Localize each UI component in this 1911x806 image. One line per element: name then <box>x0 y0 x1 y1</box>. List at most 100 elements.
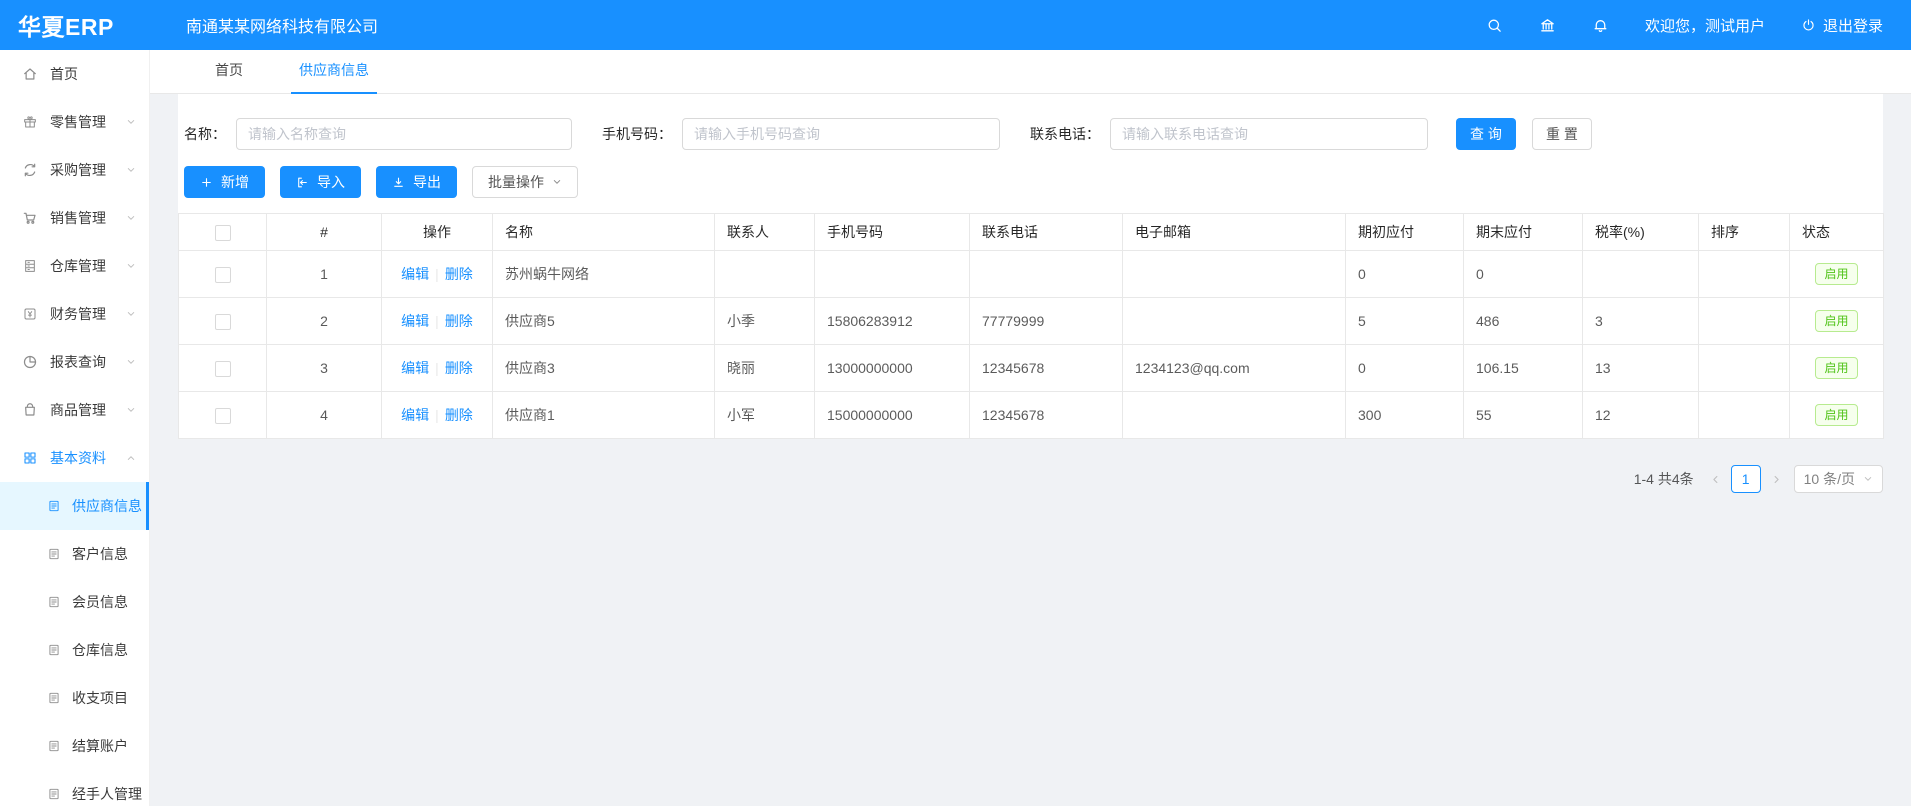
prev-page-button[interactable] <box>1710 474 1721 485</box>
contact-person: 小军 <box>715 392 815 439</box>
chevron-down-icon <box>126 261 136 271</box>
sidebar-item-retail[interactable]: 零售管理 <box>0 98 149 146</box>
import-button[interactable]: 导入 <box>280 166 361 198</box>
gift-icon <box>22 114 38 130</box>
sidebar-subitem-warehouse-info[interactable]: 仓库信息 <box>0 626 149 674</box>
row-checkbox[interactable] <box>215 361 231 377</box>
table-row: 1编辑|删除苏州蜗牛网络00启用 <box>179 251 1884 298</box>
doc-icon <box>47 499 61 513</box>
doc-icon <box>47 547 61 561</box>
logout-button[interactable]: 退出登录 <box>1801 15 1883 36</box>
table-row: 3编辑|删除供应商3晓丽13000000000123456781234123@q… <box>179 345 1884 392</box>
search-icon[interactable] <box>1486 17 1503 34</box>
next-page-button[interactable] <box>1771 474 1782 485</box>
supplier-name: 供应商3 <box>493 345 715 392</box>
action-divider: | <box>435 266 439 282</box>
table-column-header: 排序 <box>1699 214 1790 251</box>
tab-home[interactable]: 首页 <box>207 60 251 94</box>
page-size-select[interactable]: 10 条/页 <box>1794 465 1883 493</box>
sidebar-subitem-supplier[interactable]: 供应商信息 <box>0 482 149 530</box>
tel-filter-label: 联系电话： <box>1030 124 1100 144</box>
status-cell: 启用 <box>1790 298 1884 345</box>
row-index: 2 <box>267 298 382 345</box>
sidebar-item-purchase[interactable]: 采购管理 <box>0 146 149 194</box>
status-badge[interactable]: 启用 <box>1815 263 1857 285</box>
bank-icon[interactable] <box>1539 17 1556 34</box>
action-divider: | <box>435 360 439 376</box>
edit-link[interactable]: 编辑 <box>401 266 429 282</box>
supplier-table: #操作名称联系人手机号码联系电话电子邮箱期初应付期末应付税率(%)排序状态 1编… <box>178 213 1884 439</box>
search-button[interactable]: 查 询 <box>1456 118 1516 150</box>
edit-link[interactable]: 编辑 <box>401 360 429 376</box>
money-icon <box>22 306 38 322</box>
status-badge[interactable]: 启用 <box>1815 310 1857 332</box>
delete-link[interactable]: 删除 <box>445 360 473 376</box>
export-button[interactable]: 导出 <box>376 166 457 198</box>
row-index: 4 <box>267 392 382 439</box>
phone-filter-input[interactable] <box>682 118 1000 150</box>
sidebar-subitem-handler-manage[interactable]: 经手人管理 <box>0 770 149 806</box>
sidebar-item-label: 报表查询 <box>50 352 106 372</box>
tab-supplier-info[interactable]: 供应商信息 <box>291 60 377 94</box>
warehouse-icon <box>22 258 38 274</box>
sidebar-item-goods[interactable]: 商品管理 <box>0 386 149 434</box>
app-logo: 华夏ERP <box>0 8 150 42</box>
tel-filter-input[interactable] <box>1110 118 1428 150</box>
sort-order <box>1699 392 1790 439</box>
delete-link[interactable]: 删除 <box>445 313 473 329</box>
table-column-header: # <box>267 214 382 251</box>
phone-filter-label: 手机号码： <box>602 124 672 144</box>
table-column-header: 名称 <box>493 214 715 251</box>
bell-icon[interactable] <box>1592 17 1609 34</box>
table-column-header: 电子邮箱 <box>1123 214 1346 251</box>
add-button[interactable]: 新增 <box>184 166 265 198</box>
status-badge[interactable]: 启用 <box>1815 357 1857 379</box>
sidebar-subitem-customer[interactable]: 客户信息 <box>0 530 149 578</box>
action-divider: | <box>435 313 439 329</box>
sidebar-subitem-settlement-account[interactable]: 结算账户 <box>0 722 149 770</box>
edit-link[interactable]: 编辑 <box>401 407 429 423</box>
plus-icon <box>200 176 221 189</box>
reset-button[interactable]: 重 置 <box>1532 118 1592 150</box>
sidebar-item-basic[interactable]: 基本资料 <box>0 434 149 482</box>
sidebar-item-sales[interactable]: 销售管理 <box>0 194 149 242</box>
row-select-cell <box>179 298 267 345</box>
sidebar-item-label: 商品管理 <box>50 400 106 420</box>
edit-link[interactable]: 编辑 <box>401 313 429 329</box>
sidebar-subitem-income-expense[interactable]: 收支项目 <box>0 674 149 722</box>
sidebar-item-label: 采购管理 <box>50 160 106 180</box>
table-row: 4编辑|删除供应商1小军15000000000123456783005512启用 <box>179 392 1884 439</box>
sidebar-subitem-member[interactable]: 会员信息 <box>0 578 149 626</box>
sidebar-item-warehouse[interactable]: 仓库管理 <box>0 242 149 290</box>
sidebar-item-home[interactable]: 首页 <box>0 50 149 98</box>
status-badge[interactable]: 启用 <box>1815 404 1857 426</box>
mobile-number: 13000000000 <box>815 345 970 392</box>
welcome-text: 欢迎您，测试用户 <box>1645 15 1765 36</box>
row-checkbox[interactable] <box>215 314 231 330</box>
end-payable: 106.15 <box>1464 345 1583 392</box>
name-filter-label: 名称： <box>184 124 226 144</box>
sidebar-item-label: 销售管理 <box>50 208 106 228</box>
table-column-header: 期末应付 <box>1464 214 1583 251</box>
delete-link[interactable]: 删除 <box>445 407 473 423</box>
row-checkbox[interactable] <box>215 267 231 283</box>
chevron-down-icon <box>126 165 136 175</box>
select-all-cell <box>179 214 267 251</box>
supplier-name: 供应商1 <box>493 392 715 439</box>
batch-actions-dropdown[interactable]: 批量操作 <box>472 166 578 198</box>
sidebar-item-finance[interactable]: 财务管理 <box>0 290 149 338</box>
chevron-down-icon <box>126 213 136 223</box>
row-checkbox[interactable] <box>215 408 231 424</box>
select-all-checkbox[interactable] <box>215 225 231 241</box>
delete-link[interactable]: 删除 <box>445 266 473 282</box>
tax-rate <box>1583 251 1699 298</box>
doc-icon <box>47 739 61 753</box>
supplier-name: 苏州蜗牛网络 <box>493 251 715 298</box>
page-number-button[interactable]: 1 <box>1731 465 1761 493</box>
table-row: 2编辑|删除供应商5小季158062839127777999954863启用 <box>179 298 1884 345</box>
name-filter-input[interactable] <box>236 118 572 150</box>
begin-payable: 0 <box>1346 345 1464 392</box>
row-select-cell <box>179 251 267 298</box>
sidebar: 首页零售管理采购管理销售管理仓库管理财务管理报表查询商品管理基本资料供应商信息客… <box>0 50 150 806</box>
sidebar-item-report[interactable]: 报表查询 <box>0 338 149 386</box>
